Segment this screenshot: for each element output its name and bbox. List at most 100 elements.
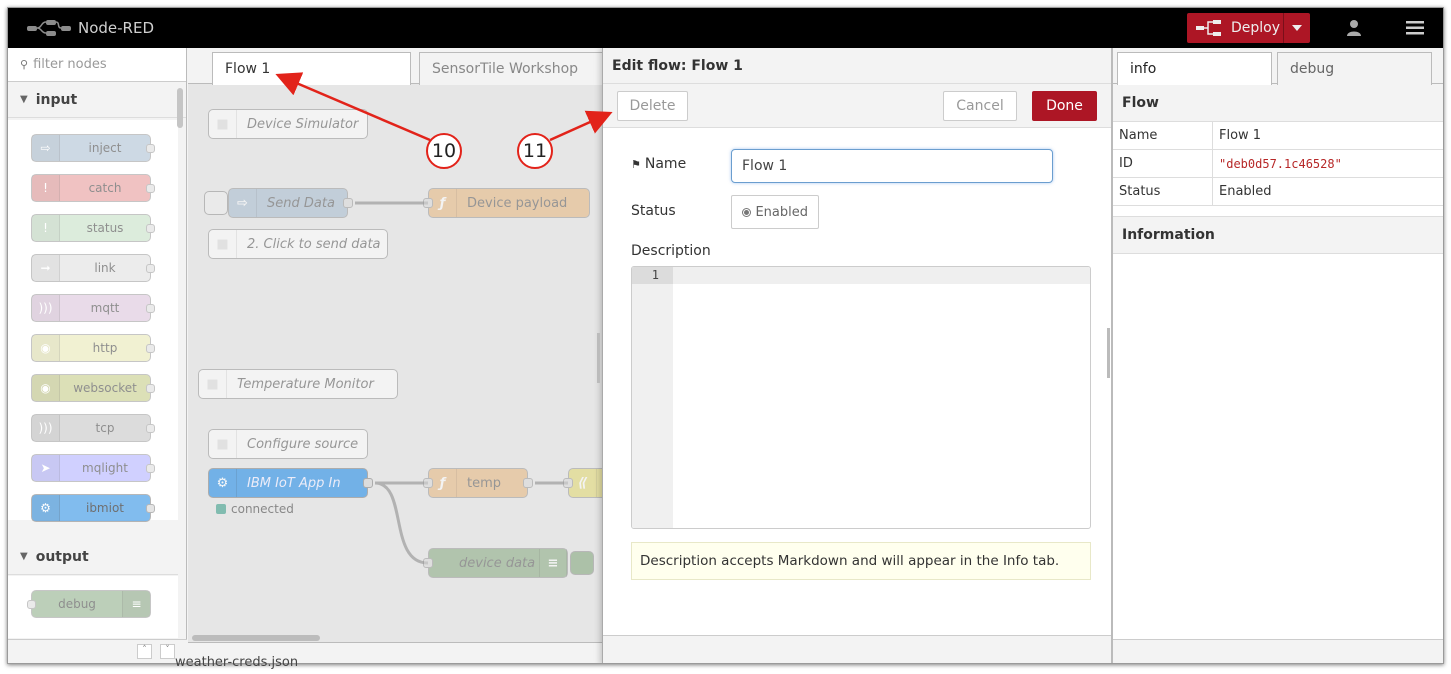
node-ibm-iot-app-in[interactable]: ⚙ IBM IoT App In (208, 468, 373, 498)
bridge-icon: ))) (32, 295, 60, 321)
user-icon[interactable] (1342, 16, 1366, 40)
palette-search[interactable]: ⚲ filter nodes (8, 48, 186, 82)
tab-info[interactable]: info (1117, 52, 1272, 85)
node-change[interactable]: ⟪ (563, 468, 602, 498)
collapse-icon: ▼ (20, 551, 28, 562)
tray-title: Edit flow: Flow 1 (603, 48, 1111, 84)
alert-icon: ! (32, 175, 60, 201)
app-logo: Node-RED (26, 18, 154, 38)
alert-icon: ! (32, 215, 60, 241)
palette-category-input[interactable]: ▼ input (8, 82, 186, 118)
status-label: Status (631, 203, 676, 219)
globe-icon: ◉ (32, 375, 60, 401)
edit-flow-tray: Edit flow: Flow 1 Delete Cancel Done ⚑ N… (602, 48, 1111, 663)
palette-node-mqtt[interactable]: ))) mqtt (31, 294, 155, 322)
palette-node-status[interactable]: ! status (31, 214, 155, 242)
node-palette: ⚲ filter nodes ▼ input ⇨ inject ! catch ! s… (8, 48, 187, 663)
sidebar-resize-handle[interactable] (1107, 328, 1110, 378)
palette-node-mqlight[interactable]: ➤ mqlight (31, 454, 155, 482)
palette-footer: ˄ ˅ (8, 639, 187, 663)
list-icon: ≡ (122, 591, 150, 617)
node-send-data[interactable]: ⇨ Send Data (228, 188, 353, 218)
deploy-dropdown-icon[interactable] (1283, 13, 1310, 43)
node-device-payload[interactable]: ƒ Device payload (423, 188, 590, 218)
toggle-icon (742, 207, 752, 217)
palette-node-catch[interactable]: ! catch (31, 174, 155, 202)
category-label: input (35, 91, 78, 108)
debug-toggle-button[interactable] (570, 551, 594, 575)
comment-icon: ■ (209, 110, 237, 138)
palette-node-websocket[interactable]: ◉ websocket (31, 374, 155, 402)
palette-scrollbar[interactable] (177, 88, 183, 128)
palette-category-output[interactable]: ▼ output (8, 539, 178, 575)
app-title: Node-RED (78, 19, 155, 37)
name-label: ⚑ Name (631, 156, 687, 172)
collapse-icon: ▼ (20, 94, 28, 105)
info-sidebar: info debug Flow Name Flow 1 ID "deb0d57.… (1112, 48, 1443, 663)
status-dot-icon (216, 504, 226, 514)
header-bar: Node-RED Deploy (8, 8, 1443, 48)
comment-node-configure-source[interactable]: ■ Configure source (208, 429, 368, 459)
tray-body: ⚑ Name Flow 1 Status Enabled Description… (603, 129, 1111, 639)
palette-node-http[interactable]: ◉ http (31, 334, 155, 362)
comment-node-click-to-send[interactable]: ■ 2. Click to send data (208, 229, 388, 259)
workspace-scrollbar[interactable] (192, 635, 320, 641)
node-device-data[interactable]: device data ≡ (423, 548, 568, 578)
cancel-button[interactable]: Cancel (943, 91, 1017, 121)
tray-resize-handle[interactable] (597, 333, 600, 383)
info-row-id: ID "deb0d57.1c46528" (1113, 150, 1443, 178)
node-status-connected: connected (216, 502, 294, 516)
comment-node-device-simulator[interactable]: ■ Device Simulator (208, 109, 368, 139)
editor-gutter: 1 (632, 267, 673, 528)
info-row-status: Status Enabled (1113, 178, 1443, 206)
collapse-down-icon[interactable]: ˅ (160, 644, 175, 659)
tray-toolbar: Delete Cancel Done (603, 84, 1111, 128)
list-icon: ≡ (539, 549, 567, 577)
gear-icon: ⚙ (209, 469, 237, 497)
tray-footer (603, 635, 1111, 663)
description-tip: Description accepts Markdown and will ap… (631, 542, 1091, 580)
comment-node-temperature-monitor[interactable]: ■ Temperature Monitor (198, 369, 398, 399)
status-toggle-button[interactable]: Enabled (731, 195, 819, 229)
info-row-name: Name Flow 1 (1113, 122, 1443, 150)
flow-section-heading: Flow (1113, 84, 1443, 122)
function-icon: ƒ (429, 189, 457, 217)
node-temp[interactable]: ƒ temp (423, 468, 533, 498)
line-number: 1 (632, 267, 673, 284)
description-label: Description (631, 243, 711, 259)
search-icon: ⚲ (20, 58, 29, 71)
deploy-button[interactable]: Deploy (1187, 13, 1310, 43)
function-icon: ƒ (429, 469, 457, 497)
category-label: output (35, 548, 89, 565)
palette-node-inject[interactable]: ⇨ inject (31, 134, 155, 162)
inject-icon: ⇨ (229, 189, 257, 217)
globe-icon: ◉ (32, 335, 60, 361)
expand-up-icon[interactable]: ˄ (137, 644, 152, 659)
callout-11: 11 (517, 133, 553, 169)
mqlight-icon: ➤ (32, 455, 60, 481)
inject-trigger-button[interactable] (204, 191, 228, 215)
deploy-label: Deploy (1231, 20, 1281, 36)
palette-node-link[interactable]: ➞ link (31, 254, 155, 282)
output-node-list: debug ≡ (8, 576, 178, 638)
filter-nodes-input[interactable]: filter nodes (33, 57, 107, 72)
sidebar-tabs: info debug (1113, 48, 1443, 85)
menu-icon[interactable] (1403, 16, 1427, 40)
node-red-logo-icon (27, 20, 71, 36)
palette-node-debug[interactable]: debug ≡ (27, 590, 151, 618)
palette-node-tcp[interactable]: ))) tcp (31, 414, 155, 442)
palette-node-ibmiot[interactable]: ⚙ ibmiot (31, 494, 155, 522)
inject-icon: ⇨ (32, 135, 60, 161)
information-section-heading: Information (1113, 216, 1443, 254)
bridge-icon: ))) (32, 415, 60, 441)
background-filename: weather-creds.json (175, 655, 299, 670)
node-red-window: Node-RED Deploy ⚲ filter nodes ▼ input ⇨… (7, 7, 1444, 664)
done-button[interactable]: Done (1032, 91, 1097, 121)
name-input[interactable]: Flow 1 (731, 149, 1053, 183)
description-editor[interactable]: 1 (631, 266, 1091, 529)
comment-icon: ■ (209, 430, 237, 458)
gear-icon: ⚙ (32, 495, 60, 521)
tab-debug[interactable]: debug (1277, 52, 1432, 85)
deploy-icon (1187, 20, 1231, 36)
delete-button[interactable]: Delete (617, 91, 688, 121)
